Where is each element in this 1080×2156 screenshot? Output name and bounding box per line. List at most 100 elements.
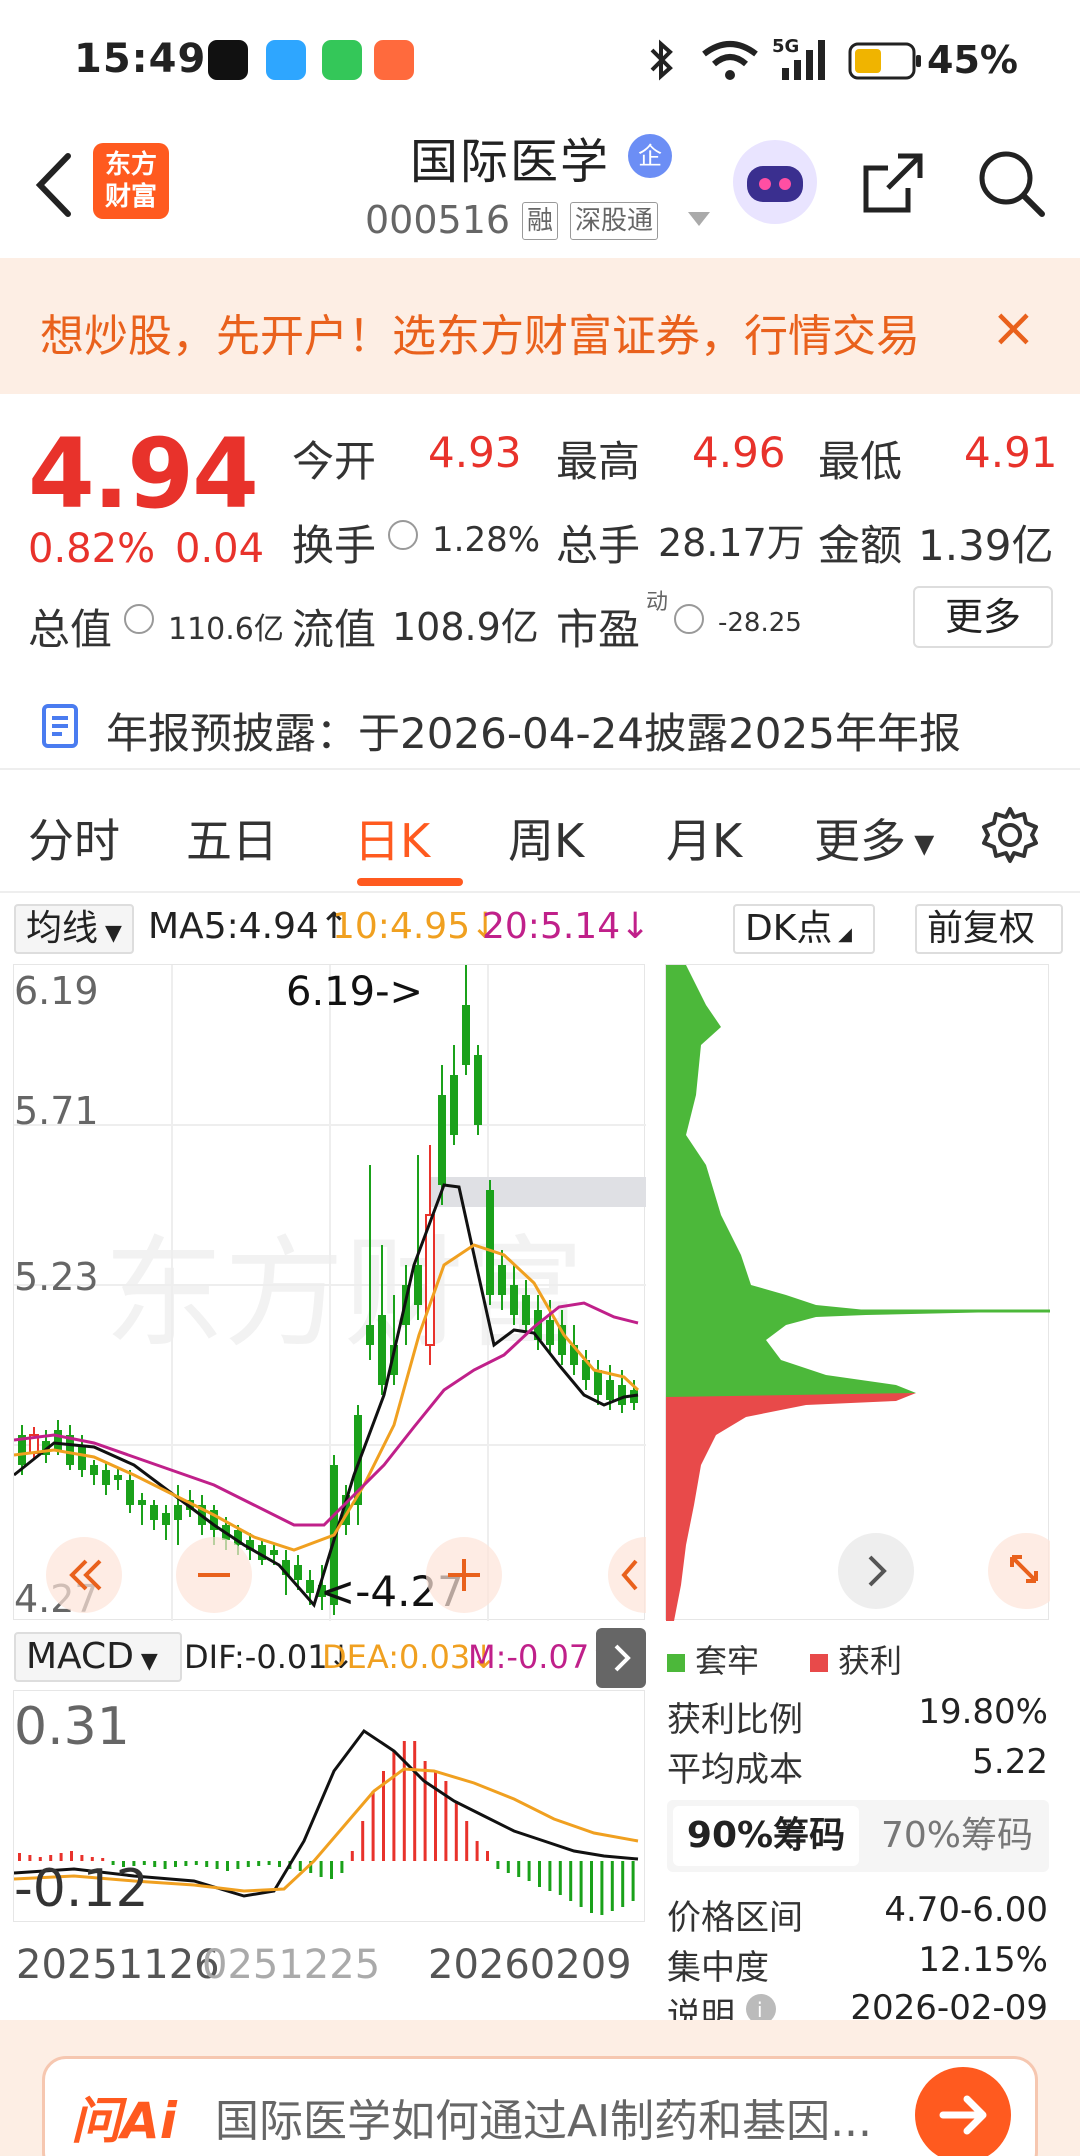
rewind-icon[interactable] — [44, 1535, 124, 1615]
macd-bar — [548, 1861, 552, 1891]
volume-value: 28.17万 — [658, 521, 805, 565]
macd-bar — [631, 1861, 635, 1901]
share-icon[interactable] — [858, 148, 928, 218]
profit-ratio-label: 获利比例 — [667, 1700, 803, 1740]
search-icon[interactable] — [976, 148, 1046, 218]
tab-weekly-k[interactable]: 周K — [508, 805, 584, 871]
tab-five-day[interactable]: 五日 — [186, 805, 278, 871]
signal-5g-icon: 5G — [772, 36, 825, 80]
macd-bar — [486, 1851, 489, 1861]
info-icon[interactable] — [674, 604, 704, 634]
float-label: 流值 — [292, 605, 377, 654]
banner-close-icon[interactable]: × — [991, 296, 1036, 359]
tab-daily-k[interactable]: 日K — [354, 805, 430, 871]
annual-report-notice[interactable]: 年报预披露：于2026-04-24披露2025年年报 — [0, 680, 1080, 770]
turnover-value: 1.28% — [432, 520, 541, 560]
caret-down-icon[interactable] — [688, 212, 710, 228]
macd-bar — [496, 1861, 500, 1869]
wifi-icon — [702, 41, 758, 80]
tiktok-app-icon — [208, 40, 248, 80]
macd-bar — [350, 1851, 354, 1861]
back-arrow-icon[interactable] — [30, 150, 80, 220]
ai-send-button[interactable] — [915, 2067, 1011, 2156]
candle-body — [54, 1430, 62, 1450]
candle-body — [462, 1005, 470, 1065]
macd-bar — [215, 1861, 219, 1869]
phone-app-icon — [322, 40, 362, 80]
active-tab-indicator — [357, 878, 463, 886]
macd-chart[interactable]: 0.31 -0.12 — [13, 1690, 645, 1922]
macd-bar — [579, 1861, 583, 1907]
macd-bar — [226, 1861, 229, 1871]
fullscreen-icon[interactable] — [986, 1531, 1050, 1611]
more-quote-button[interactable]: 更多 — [913, 586, 1053, 648]
macd-bar — [590, 1861, 593, 1913]
concentration-label: 集中度 — [667, 1948, 769, 1988]
legend-profit: 获利 — [810, 1636, 902, 1682]
change-amount: 0.04 — [175, 526, 265, 572]
ma20-value: 20:5.14↓ — [482, 906, 651, 947]
low-value: 4.91 — [964, 428, 1058, 477]
candle-body — [78, 1445, 86, 1470]
candle-body — [162, 1513, 170, 1525]
pe-label: 市盈 — [556, 605, 641, 654]
candle-body — [618, 1385, 626, 1405]
mktcap-value: 110.6亿 — [168, 612, 284, 647]
zoom-out-icon[interactable] — [174, 1535, 254, 1615]
macd-indicator-row: MACD ▼ DIF:-0.01↓ DEA:0.03↓ M:-0.07↑ — [0, 1628, 660, 1688]
tab-chips-70[interactable]: 70%筹码 — [867, 1806, 1047, 1866]
macd-bar — [392, 1751, 396, 1861]
avg-cost-value: 5.22 — [972, 1742, 1048, 1782]
tab-more[interactable]: 更多 ▼ — [814, 805, 934, 871]
macd-bar — [621, 1861, 625, 1907]
macd-bar — [569, 1861, 573, 1901]
macd-bar — [413, 1741, 417, 1861]
adjust-select[interactable]: 前复权 — [915, 904, 1063, 954]
next-icon[interactable] — [836, 1531, 916, 1611]
candle-body — [510, 1285, 518, 1315]
mktcap-label: 总值 — [28, 605, 113, 654]
high-value: 4.96 — [692, 428, 786, 477]
info-icon[interactable] — [124, 604, 154, 634]
svg-text:5G: 5G — [772, 36, 799, 57]
candle-body — [378, 1315, 386, 1385]
ma-select[interactable]: 均线 ▼ — [14, 904, 134, 954]
open-account-banner[interactable]: 想炒股，先开户！选东方财富证券，行情交易 × — [0, 258, 1080, 394]
macd-bar — [246, 1861, 250, 1867]
macd-bar — [454, 1801, 458, 1861]
macd-bar — [205, 1861, 209, 1867]
info-icon[interactable] — [388, 520, 418, 550]
candle-body — [102, 1470, 110, 1485]
kline-chart[interactable]: 东方财富 6.19 5.71 5.23 4.27 6.19-> <-4.27 — [13, 964, 646, 1621]
profit-ratio-value: 19.80% — [918, 1692, 1048, 1732]
chip-distribution-chart[interactable] — [665, 964, 1050, 1621]
stock-code: 000516 — [365, 198, 511, 242]
macd-bar — [423, 1761, 427, 1861]
ai-assistant-avatar[interactable] — [733, 140, 817, 224]
concentration-value: 12.15% — [918, 1940, 1048, 1980]
price-range-value: 4.70-6.00 — [884, 1890, 1048, 1930]
telegram-app-icon — [266, 40, 306, 80]
eastmoney-logo[interactable]: 东方财富 — [93, 143, 169, 219]
sz-connect-tag: 深股通 — [570, 202, 659, 240]
turnover-label: 换手 — [292, 521, 377, 570]
kline-svg: 东方财富 — [13, 965, 646, 1621]
date-label-1: 20251126 — [16, 1942, 220, 1988]
tab-chips-90[interactable]: 90%筹码 — [673, 1806, 859, 1866]
macd-bar — [340, 1861, 344, 1873]
macd-next-button[interactable] — [596, 1628, 646, 1688]
dk-point-select[interactable]: DK点 ◢ — [733, 904, 875, 954]
macd-bar — [475, 1841, 479, 1861]
tab-monthly-k[interactable]: 月K — [666, 805, 742, 871]
battery-icon — [848, 42, 921, 80]
banner-text: 想炒股，先开户！选东方财富证券，行情交易 — [40, 311, 920, 362]
macd-select[interactable]: MACD ▼ — [14, 1632, 182, 1682]
prev-icon[interactable] — [606, 1535, 646, 1615]
ai-ask-input[interactable]: 问Ai 国际医学如何通过AI制药和基因... — [42, 2056, 1038, 2156]
macd-bar — [319, 1861, 323, 1877]
settings-gear-icon[interactable] — [980, 805, 1040, 865]
zoom-in-icon[interactable] — [424, 1535, 504, 1615]
tab-intraday[interactable]: 分时 — [28, 805, 120, 871]
macd-bar — [538, 1861, 541, 1887]
margin-tag: 融 — [522, 202, 559, 240]
